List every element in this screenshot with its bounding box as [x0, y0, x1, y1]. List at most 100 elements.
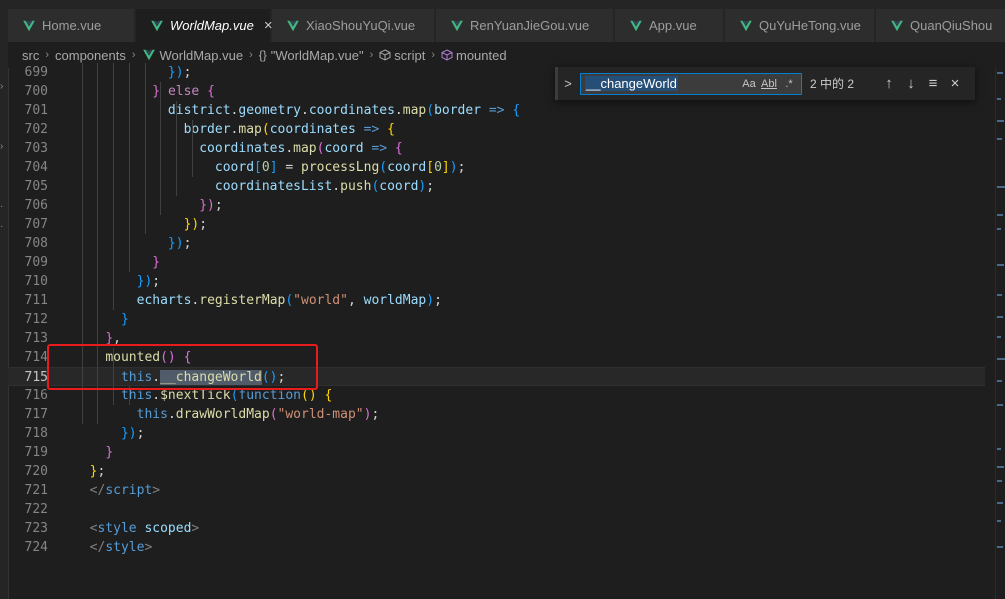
- tab-app[interactable]: App.vue: [615, 9, 724, 42]
- arrow-up-icon[interactable]: ↑: [878, 75, 900, 92]
- code-token: ): [426, 293, 435, 308]
- minimap-mark: [997, 448, 1001, 450]
- code-token: echarts: [136, 293, 192, 308]
- code-token: 0: [261, 160, 270, 175]
- annotation-highlight-box: [47, 344, 318, 390]
- code-line[interactable]: 712 }: [8, 310, 985, 329]
- code-token: ;: [457, 160, 466, 175]
- code-text: district.geometry.coordinates.map(border…: [74, 101, 520, 120]
- code-line[interactable]: 722: [8, 500, 985, 519]
- code-editor[interactable]: 699 }); 700 } else {701 district.geometry…: [8, 63, 995, 599]
- whole-word-button[interactable]: Abl: [761, 76, 777, 92]
- code-token: (): [301, 388, 317, 403]
- indent-guide: [129, 63, 130, 272]
- code-line[interactable]: 701 district.geometry.coordinates.map(bo…: [8, 101, 985, 120]
- code-line[interactable]: 721 </script>: [8, 481, 985, 500]
- breadcrumb-src[interactable]: src: [22, 48, 39, 63]
- tab-xiaoshouyuqi[interactable]: XiaoShouYuQi.vue: [272, 9, 435, 42]
- code-text: this.drawWorldMap("world-map");: [74, 405, 380, 424]
- code-line[interactable]: 702 border.map(coordinates => {: [8, 120, 985, 139]
- code-line[interactable]: 705 coordinatesList.push(coord);: [8, 177, 985, 196]
- indent-guide: [176, 101, 177, 196]
- line-number: 711: [24, 293, 48, 308]
- find-in-selection-icon[interactable]: ≡: [922, 75, 944, 92]
- match-case-button[interactable]: Aa: [741, 76, 757, 92]
- code-line[interactable]: 703 coordinates.map(coord => {: [8, 139, 985, 158]
- code-token: }): [167, 236, 184, 251]
- tab-quyuhetong[interactable]: QuYuHeTong.vue: [725, 9, 875, 42]
- code-token: worldMap: [363, 293, 427, 308]
- code-text: </script>: [74, 481, 160, 500]
- code-token: .: [394, 103, 403, 118]
- breadcrumb-module[interactable]: "WorldMap.vue": [271, 48, 364, 63]
- tab-worldmap[interactable]: WorldMap.vue ×: [136, 9, 273, 42]
- code-line[interactable]: 708 });: [8, 234, 985, 253]
- tab-home[interactable]: Home.vue: [8, 9, 135, 42]
- code-token: }): [167, 65, 184, 80]
- line-number: 724: [24, 540, 48, 555]
- code-token: "world": [293, 293, 348, 308]
- tab-renyuanjiegou[interactable]: RenYuanJieGou.vue: [436, 9, 614, 42]
- code-line[interactable]: 717 this.drawWorldMap("world-map");: [8, 405, 985, 424]
- code-token: (: [285, 293, 294, 308]
- tab-label: QuanQiuShou: [910, 18, 993, 33]
- minimap-mark: [997, 466, 1004, 468]
- breadcrumb-file[interactable]: WorldMap.vue: [160, 48, 244, 63]
- code-line[interactable]: 724 </style>: [8, 538, 985, 557]
- code-token: (: [261, 122, 270, 137]
- editor-tab-bar: Home.vue WorldMap.vue × XiaoShouYuQi.vue Ren…: [8, 0, 1005, 42]
- code-token: >: [152, 483, 161, 498]
- code-line[interactable]: 719 }: [8, 443, 985, 462]
- code-token: >: [144, 540, 153, 555]
- code-line[interactable]: 709 }: [8, 253, 985, 272]
- code-token: }: [152, 255, 161, 270]
- code-text: });: [74, 63, 191, 82]
- code-token: ]: [269, 160, 278, 175]
- code-token: this: [136, 407, 168, 422]
- code-token: map: [238, 122, 262, 137]
- minimap[interactable]: [995, 68, 1005, 599]
- code-token: .: [301, 103, 309, 118]
- line-number: 717: [24, 407, 48, 422]
- tab-label: RenYuanJieGou.vue: [470, 18, 590, 33]
- code-token: coord: [214, 160, 255, 175]
- code-token: }: [105, 445, 114, 460]
- code-line[interactable]: 706 });: [8, 196, 985, 215]
- code-line[interactable]: 723 <style scoped>: [8, 519, 985, 538]
- code-line[interactable]: 704 coord[0] = processLng(coord[0]);: [8, 158, 985, 177]
- code-line[interactable]: 718 });: [8, 424, 985, 443]
- vue-file-icon: [142, 49, 155, 61]
- tab-label: WorldMap.vue: [170, 18, 254, 33]
- breadcrumb-script[interactable]: script: [394, 48, 425, 63]
- toggle-replace-button[interactable]: >: [562, 76, 574, 91]
- arrow-down-icon[interactable]: ↓: [900, 75, 922, 92]
- find-input[interactable]: __changeWorld Aa Abl .*: [580, 72, 802, 95]
- code-line[interactable]: 707 });: [8, 215, 985, 234]
- minimap-mark: [997, 98, 1001, 100]
- code-token: ;: [199, 217, 208, 232]
- code-token: =: [277, 160, 301, 175]
- code-token: ;: [371, 407, 380, 422]
- code-line[interactable]: 710 });: [8, 272, 985, 291]
- code-token: }: [152, 84, 161, 99]
- line-number: 706: [24, 198, 48, 213]
- code-text: coord[0] = processLng(coord[0]);: [74, 158, 466, 177]
- code-text: };: [74, 462, 106, 481]
- close-icon[interactable]: ×: [944, 75, 966, 92]
- code-line[interactable]: 711 echarts.registerMap("world", worldMa…: [8, 291, 985, 310]
- code-text: </style>: [74, 538, 153, 557]
- line-number: 701: [24, 103, 48, 118]
- breadcrumb-method[interactable]: mounted: [456, 48, 507, 63]
- code-token: style: [105, 540, 145, 555]
- line-number: 712: [24, 312, 48, 327]
- code-token: coord: [387, 160, 427, 175]
- tab-quanqiushou[interactable]: QuanQiuShou: [876, 9, 1005, 42]
- breadcrumb-components[interactable]: components: [55, 48, 126, 63]
- code-line[interactable]: 720 };: [8, 462, 985, 481]
- code-token: ;: [97, 464, 106, 479]
- code-token: map: [402, 103, 427, 118]
- regex-button[interactable]: .*: [781, 76, 797, 92]
